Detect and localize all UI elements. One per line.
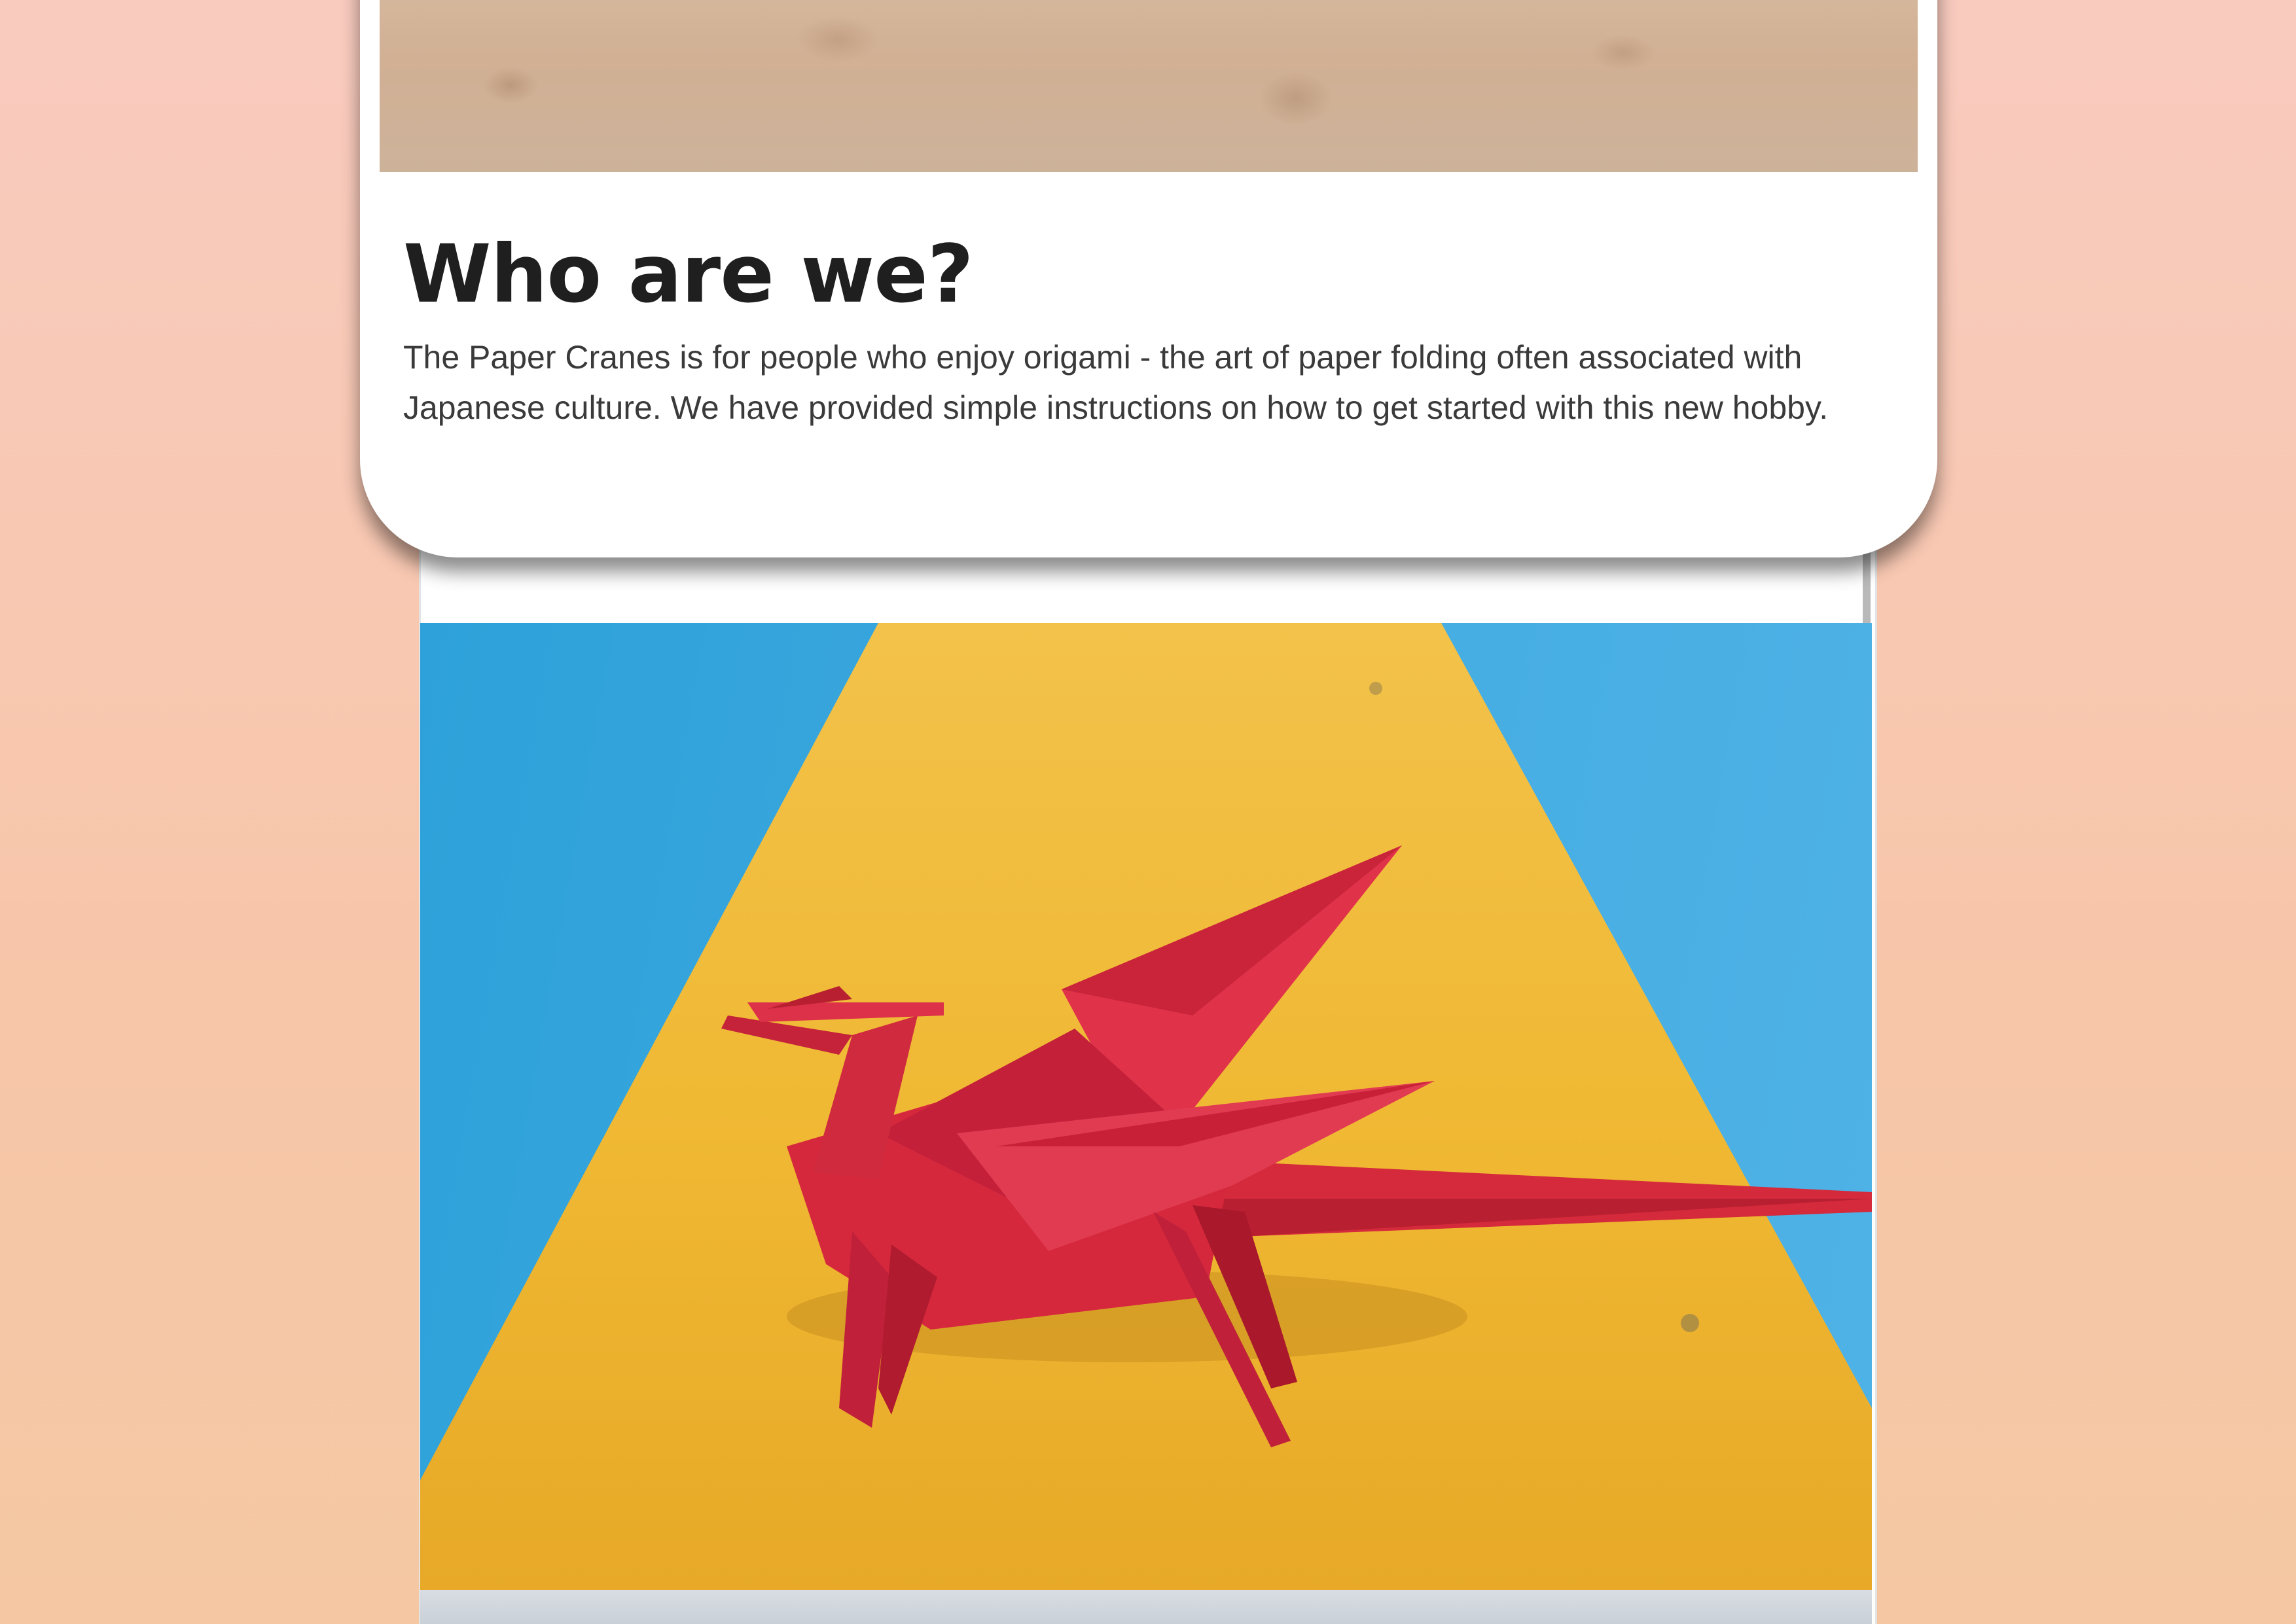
about-description: The Paper Cranes is for people who enjoy… [403,339,1829,426]
next-section-edge [420,1590,1872,1624]
header-photo [380,0,1918,172]
origami-dragon-photo [420,623,1872,1590]
about-heading: Who are we? [403,228,974,321]
about-card: Who are we? The Paper Cranes is for peop… [360,0,1937,557]
origami-dragon-illustration [420,623,1872,1590]
